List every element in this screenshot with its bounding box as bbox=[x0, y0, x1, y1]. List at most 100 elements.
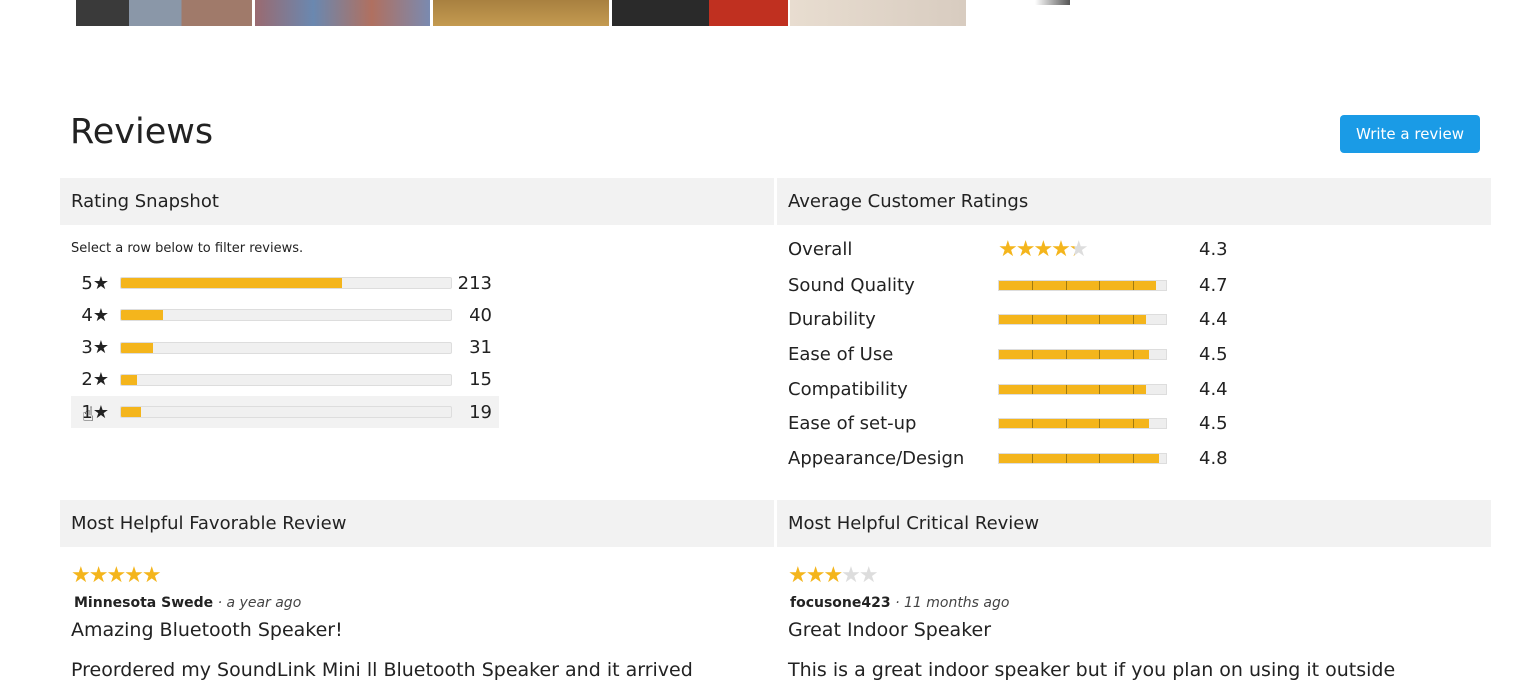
segment-divider bbox=[1132, 419, 1134, 429]
rating-filter-row[interactable]: 5★ 213 bbox=[71, 267, 499, 299]
rating-bar bbox=[120, 406, 452, 419]
favorable-review-header: Most Helpful Favorable Review bbox=[60, 500, 774, 547]
attribute-bar bbox=[998, 348, 1167, 360]
filter-hint: Select a row below to filter reviews. bbox=[71, 241, 304, 256]
segment-divider bbox=[1065, 384, 1067, 394]
attribute-bar-fill bbox=[999, 419, 1150, 429]
attribute-bar bbox=[998, 453, 1167, 464]
segment-divider bbox=[1032, 280, 1034, 290]
average-ratings-header: Average Customer Ratings bbox=[777, 178, 1491, 225]
rating-bar bbox=[120, 341, 452, 354]
attribute-value: 4.5 bbox=[1199, 343, 1228, 365]
attribute-bar bbox=[998, 279, 1167, 291]
rating-count: 31 bbox=[469, 337, 492, 359]
product-image-fragment bbox=[1035, 0, 1070, 5]
reviews-heading: Reviews bbox=[70, 112, 214, 152]
segment-divider bbox=[1032, 349, 1034, 359]
critical-meta: focusone423 · 11 months ago bbox=[790, 595, 1009, 611]
photo-thumbnail[interactable] bbox=[255, 0, 430, 26]
photo-thumbnail[interactable] bbox=[612, 0, 788, 26]
segment-divider bbox=[1132, 315, 1134, 325]
favorable-stars: ★★★★★ bbox=[71, 563, 162, 588]
rating-count: 213 bbox=[457, 272, 492, 294]
segment-divider bbox=[1132, 384, 1134, 394]
attribute-bar bbox=[998, 418, 1167, 430]
favorable-headline: Amazing Bluetooth Speaker! bbox=[71, 619, 343, 641]
rating-count: 15 bbox=[469, 369, 492, 391]
rating-bar bbox=[120, 277, 452, 289]
attribute-name: Durability bbox=[788, 309, 876, 331]
rating-filter-row[interactable]: 3★ 31 bbox=[71, 332, 499, 364]
attribute-name: Appearance/Design bbox=[788, 448, 965, 469]
attribute-name: Ease of Use bbox=[788, 343, 894, 365]
segment-divider bbox=[1065, 280, 1067, 290]
overall-value: 4.3 bbox=[1199, 238, 1228, 260]
segment-divider bbox=[1065, 419, 1067, 429]
photo-thumbnail[interactable] bbox=[790, 0, 966, 26]
attribute-bar-fill bbox=[999, 315, 1146, 325]
critical-author[interactable]: focusone423 bbox=[790, 595, 891, 611]
segment-divider bbox=[1065, 454, 1067, 463]
overall-rating: Overall ★★★★★ 4.3 bbox=[788, 234, 1238, 264]
attribute-rating: Ease of set-up 4.5 bbox=[788, 409, 1238, 439]
favorable-body: Preordered my SoundLink Mini ll Bluetoot… bbox=[71, 659, 693, 681]
attribute-bar-fill bbox=[999, 384, 1146, 394]
rating-filter-row[interactable]: 2★ 15 bbox=[71, 364, 499, 396]
favorable-date: · a year ago bbox=[217, 595, 302, 611]
segment-divider bbox=[1099, 280, 1101, 290]
attribute-rating: Compatibility 4.4 bbox=[788, 374, 1238, 404]
critical-date: · 11 months ago bbox=[895, 595, 1010, 611]
favorable-meta: Minnesota Swede · a year ago bbox=[74, 595, 301, 611]
critical-headline: Great Indoor Speaker bbox=[788, 619, 992, 641]
rating-filter-row[interactable]: 4★ 40 bbox=[71, 299, 499, 331]
segment-divider bbox=[1132, 280, 1134, 290]
star-label: 1★ bbox=[81, 401, 109, 423]
favorable-author[interactable]: Minnesota Swede bbox=[74, 595, 213, 611]
rating-bar bbox=[120, 373, 452, 386]
attribute-rating: Ease of Use 4.5 bbox=[788, 339, 1238, 369]
rating-snapshot-header: Rating Snapshot bbox=[60, 178, 774, 225]
photo-thumbnail[interactable] bbox=[433, 0, 609, 26]
attribute-rating: Durability 4.4 bbox=[788, 305, 1238, 335]
rating-count: 19 bbox=[469, 401, 492, 423]
overall-label: Overall bbox=[788, 238, 853, 260]
attribute-rating: Sound Quality 4.7 bbox=[788, 270, 1238, 300]
write-review-button[interactable]: Write a review bbox=[1340, 115, 1480, 153]
attribute-bar-fill bbox=[999, 349, 1150, 359]
segment-divider bbox=[1065, 349, 1067, 359]
critical-body: This is a great indoor speaker but if yo… bbox=[788, 659, 1396, 681]
segment-divider bbox=[1099, 349, 1101, 359]
attribute-name: Ease of set-up bbox=[788, 413, 917, 435]
rating-bar-fill bbox=[121, 407, 141, 418]
rating-bar-fill bbox=[121, 342, 154, 353]
attribute-value: 4.7 bbox=[1199, 274, 1228, 296]
segment-divider bbox=[1032, 315, 1034, 325]
rating-bar bbox=[120, 309, 452, 322]
critical-review-header: Most Helpful Critical Review bbox=[777, 500, 1491, 547]
segment-divider bbox=[1099, 454, 1101, 463]
attribute-value: 4.4 bbox=[1199, 309, 1228, 331]
attribute-name: Compatibility bbox=[788, 378, 908, 400]
overall-stars: ★★★★★ bbox=[998, 236, 1089, 262]
rating-bar-fill bbox=[121, 278, 343, 288]
segment-divider bbox=[1132, 454, 1134, 463]
rating-bar-fill bbox=[121, 374, 137, 385]
star-label: 3★ bbox=[81, 337, 109, 359]
attribute-value: 4.4 bbox=[1199, 378, 1228, 400]
attribute-rating: Appearance/Design 4.8 bbox=[788, 444, 1238, 474]
segment-divider bbox=[1099, 419, 1101, 429]
hand-cursor-icon: ☝ bbox=[82, 402, 95, 426]
photo-thumbnail[interactable] bbox=[76, 0, 252, 26]
star-label: 5★ bbox=[81, 272, 109, 294]
attribute-value: 4.5 bbox=[1199, 413, 1228, 435]
attribute-value: 4.8 bbox=[1199, 448, 1228, 469]
segment-divider bbox=[1099, 315, 1101, 325]
rating-bar-fill bbox=[121, 310, 163, 321]
attribute-name: Sound Quality bbox=[788, 274, 915, 296]
segment-divider bbox=[1032, 384, 1034, 394]
rating-filter-row[interactable]: 1★ 19 bbox=[71, 396, 499, 429]
star-label: 2★ bbox=[81, 369, 109, 391]
attribute-bar bbox=[998, 314, 1167, 326]
star-label: 4★ bbox=[81, 304, 109, 326]
segment-divider bbox=[1032, 454, 1034, 463]
